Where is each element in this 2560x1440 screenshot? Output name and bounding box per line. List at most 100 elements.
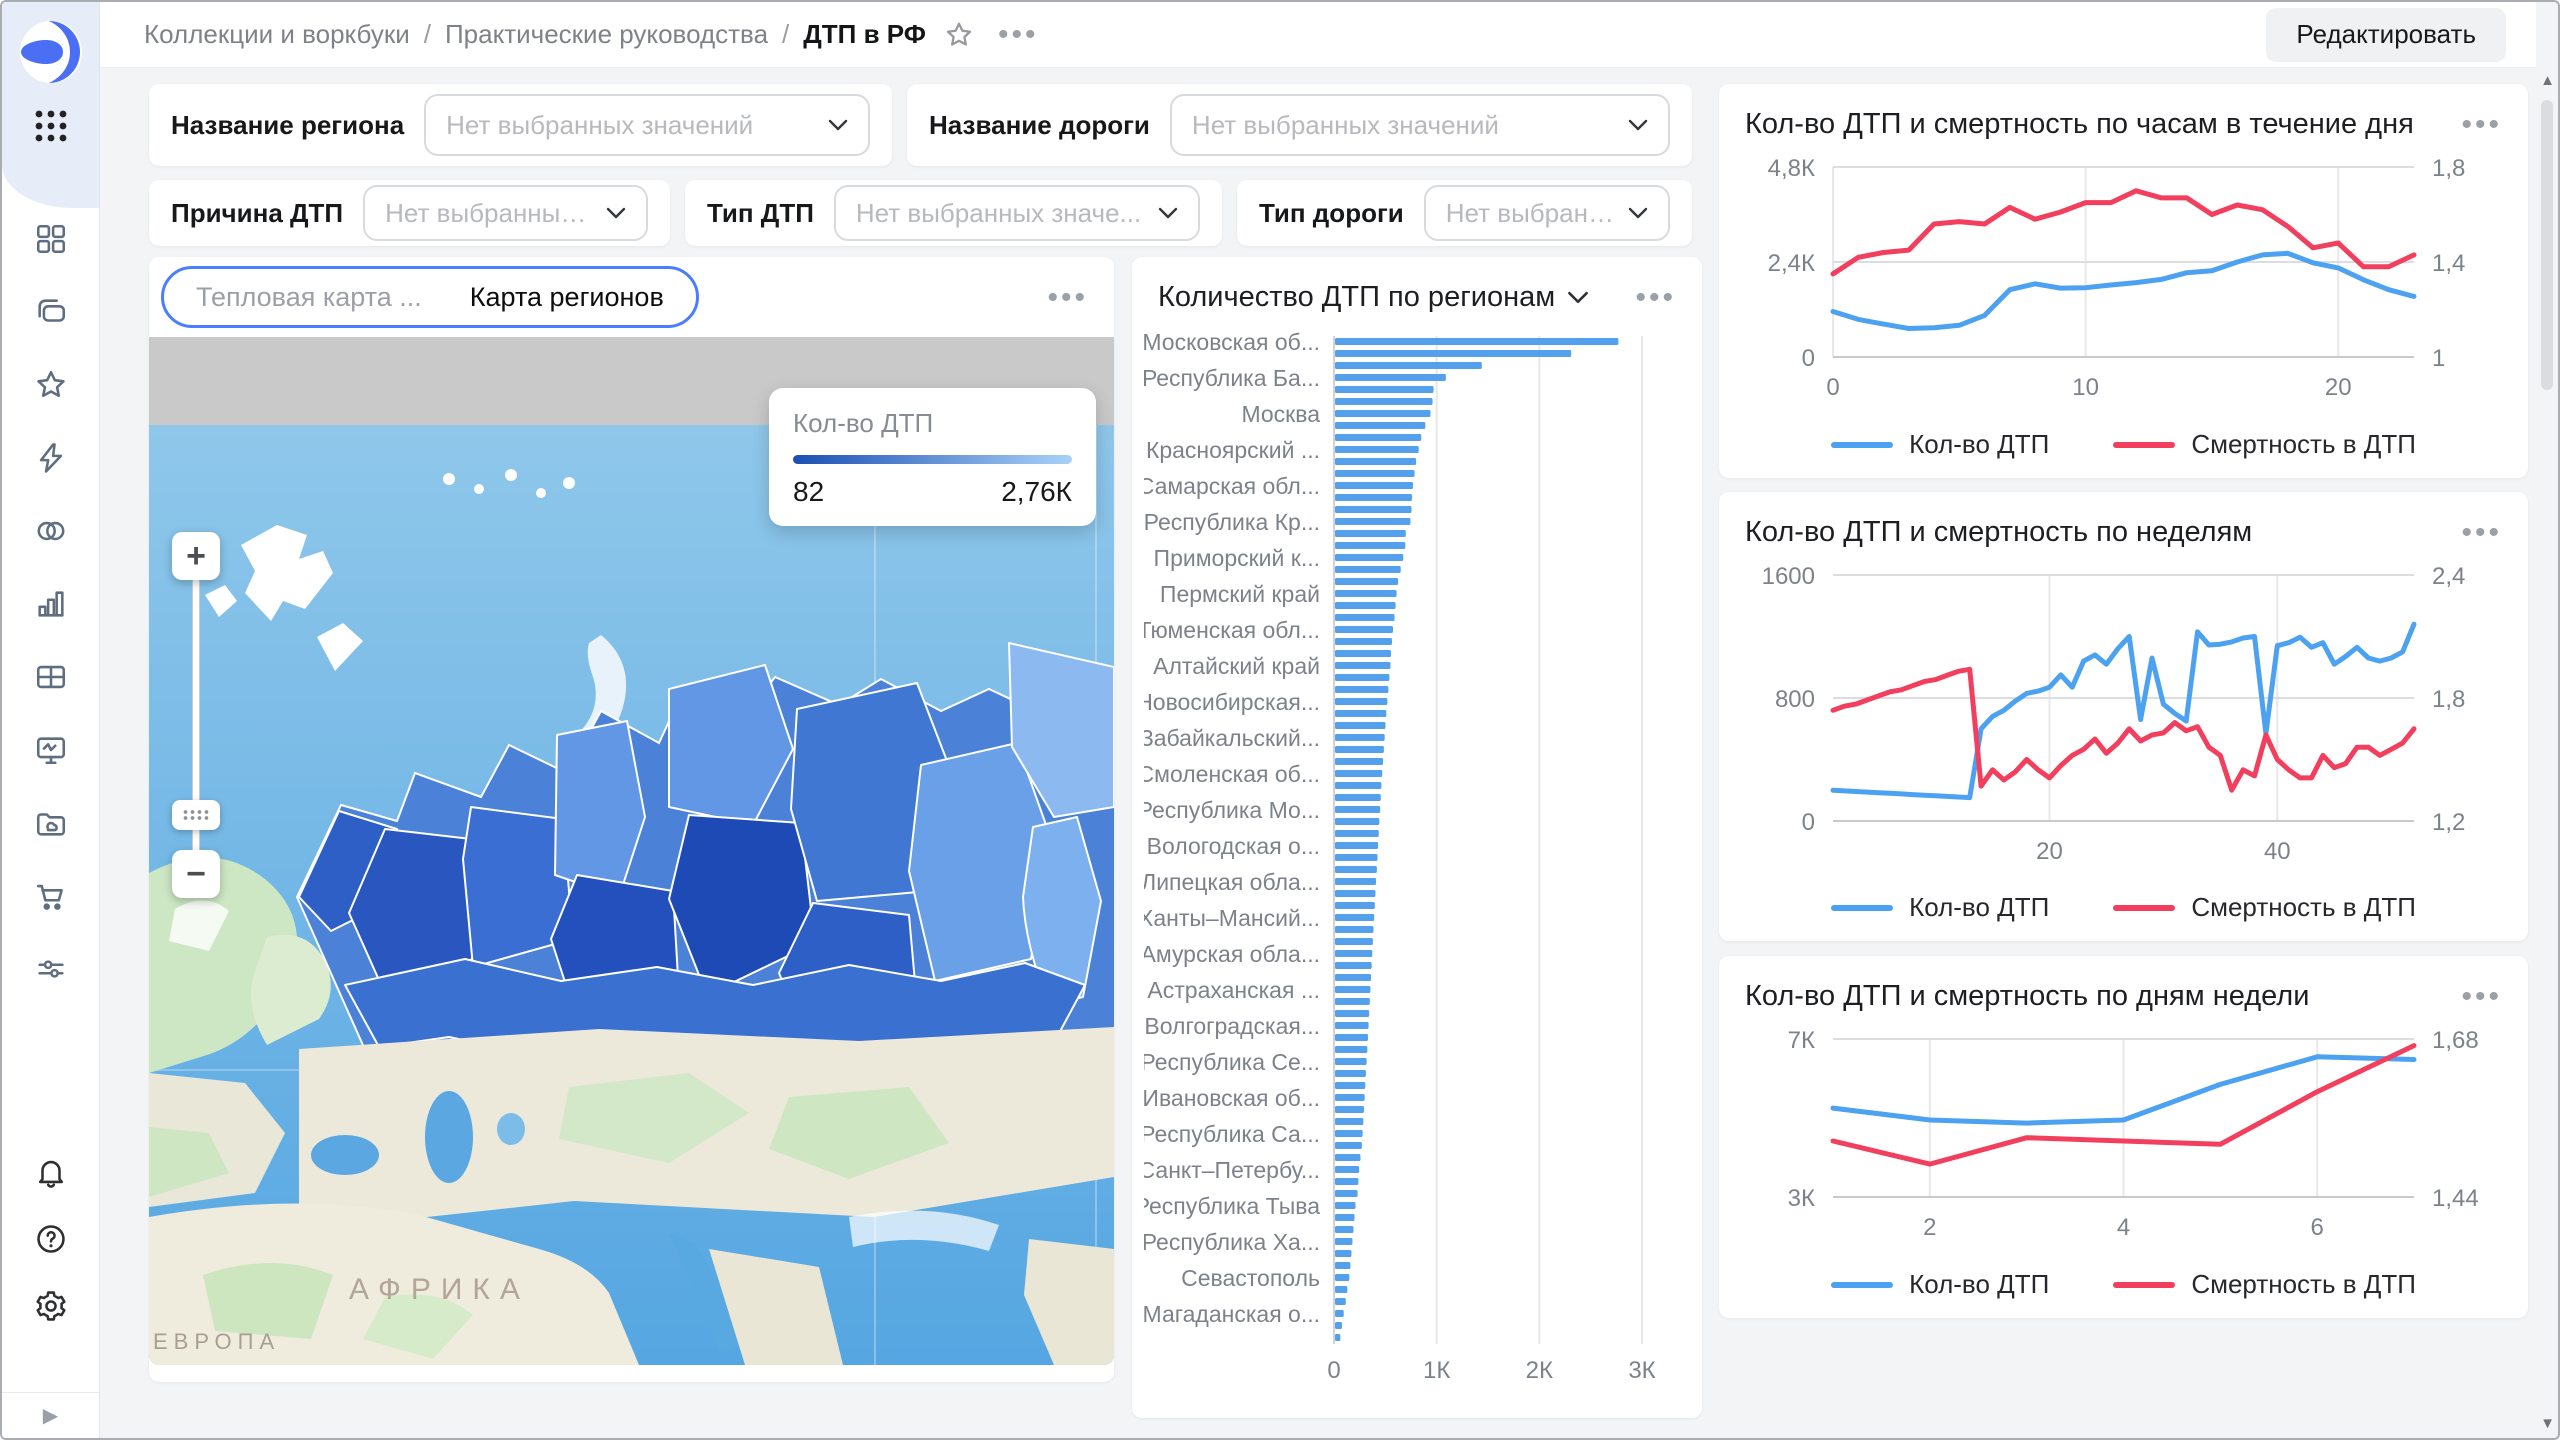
breadcrumb-guides[interactable]: Практические руководства — [445, 19, 768, 50]
bar-widget-menu-icon[interactable]: ••• — [1635, 283, 1676, 313]
filter-road-name-select[interactable]: Нет выбранных значений — [1170, 94, 1670, 156]
nav-services-sliders-icon[interactable] — [2, 932, 99, 1005]
apps-grid-icon[interactable] — [31, 106, 71, 146]
weeks-chart-title: Кол-во ДТП и смертность по неделям — [1745, 516, 2252, 549]
header-more-icon[interactable]: ••• — [998, 20, 1039, 50]
bar — [1335, 866, 1377, 873]
bar — [1335, 482, 1413, 489]
map-widget: Тепловая карта ... Карта регионов ••• — [149, 257, 1114, 1382]
notifications-bell-icon[interactable] — [34, 1155, 68, 1194]
filter-accident-type-select[interactable]: Нет выбранных значе... — [834, 185, 1200, 241]
bar — [1335, 794, 1381, 801]
y-left-tick-label: 4,8К — [1768, 155, 1815, 182]
bar — [1335, 506, 1411, 513]
legend-item[interactable]: Смертность в ДТП — [2113, 1269, 2416, 1300]
bar — [1335, 974, 1371, 981]
map-zoom-out-button[interactable]: − — [172, 850, 220, 898]
category-label: Самарская обл... — [1144, 473, 1320, 499]
favorite-star-icon[interactable] — [944, 20, 974, 50]
tab-region-map[interactable]: Карта регионов — [446, 282, 688, 313]
bar — [1335, 734, 1385, 741]
scrollbar-thumb[interactable] — [2541, 100, 2553, 390]
nav-quick-actions-icon[interactable] — [2, 421, 99, 494]
nav-storage-icon[interactable] — [2, 786, 99, 859]
nav-dashboards-icon[interactable] — [2, 713, 99, 786]
bar — [1335, 758, 1383, 765]
legend-item[interactable]: Кол-во ДТП — [1831, 892, 2049, 923]
bar — [1335, 962, 1372, 969]
datalens-logo-icon[interactable] — [19, 20, 83, 84]
widget-selector-chevron-icon[interactable] — [1567, 291, 1589, 305]
hours-chart-menu-icon[interactable]: ••• — [2461, 110, 2502, 140]
map-canvas[interactable]: АФРИКА ЕВРОПА Кол-во ДТП 82 2,76К + — [149, 337, 1114, 1365]
bar — [1335, 1262, 1350, 1269]
bar — [1335, 638, 1392, 645]
nav-tables-icon[interactable] — [2, 640, 99, 713]
filter-cause-select[interactable]: Нет выбранных з... — [363, 185, 648, 241]
nav-dashboard-grid-icon[interactable] — [2, 202, 99, 275]
map-widget-menu-icon[interactable]: ••• — [1047, 283, 1088, 313]
filter-road-type-select[interactable]: Нет выбранных зна... — [1424, 185, 1670, 241]
hours-chart-title: Кол-во ДТП и смертность по часам в течен… — [1745, 108, 2414, 141]
x-tick-label: 0 — [1327, 1357, 1340, 1384]
bar — [1335, 1286, 1347, 1293]
bar — [1335, 434, 1421, 441]
weeks-chart-menu-icon[interactable]: ••• — [2461, 518, 2502, 548]
nav-collections-icon[interactable] — [2, 275, 99, 348]
edit-button[interactable]: Редактировать — [2266, 8, 2506, 62]
bar — [1335, 1046, 1367, 1053]
sidebar-collapse-button[interactable]: ▶ — [2, 1392, 99, 1438]
nav-marketplace-icon[interactable] — [2, 859, 99, 932]
nav-datasets-icon[interactable] — [2, 494, 99, 567]
bar — [1335, 1082, 1365, 1089]
days-chart-widget: Кол-во ДТП и смертность по дням недели •… — [1719, 956, 2528, 1318]
bar — [1335, 590, 1397, 597]
dashboard-content: Название региона Нет выбранных значений … — [100, 68, 2536, 1438]
category-label: Приморский к... — [1154, 545, 1320, 571]
y-right-tick-label: 1,8 — [2432, 155, 2465, 182]
y-right-tick-label: 1,2 — [2432, 809, 2465, 836]
bar — [1335, 1202, 1356, 1209]
filter-region-select[interactable]: Нет выбранных значений — [424, 94, 870, 156]
bar — [1335, 1094, 1365, 1101]
legend-item[interactable]: Кол-во ДТП — [1831, 429, 2049, 460]
nav-favorites-icon[interactable] — [2, 348, 99, 421]
legend-label: Кол-во ДТП — [1909, 429, 2049, 460]
map-zoom-slider-handle[interactable] — [172, 800, 220, 830]
vertical-scrollbar[interactable]: ▲ ▼ — [2538, 72, 2557, 1432]
y-left-tick-label: 7К — [1788, 1027, 1815, 1054]
filter-cause-placeholder: Нет выбранных з... — [385, 198, 594, 229]
bar — [1335, 854, 1378, 861]
category-label: Липецкая обла... — [1144, 869, 1320, 895]
legend-item[interactable]: Кол-во ДТП — [1831, 1269, 2049, 1300]
tab-heatmap[interactable]: Тепловая карта ... — [172, 282, 446, 313]
help-icon[interactable] — [34, 1222, 68, 1261]
legend-swatch — [2113, 905, 2175, 911]
bar — [1335, 554, 1403, 561]
bar — [1335, 1226, 1353, 1233]
nav-charts-icon[interactable] — [2, 567, 99, 640]
legend-item[interactable]: Смертность в ДТП — [2113, 429, 2416, 460]
series-line — [1833, 253, 2414, 328]
y-left-tick-label: 0 — [1802, 809, 1815, 836]
bar — [1335, 578, 1398, 585]
category-label: Республика Мо... — [1144, 797, 1320, 823]
bar — [1335, 926, 1374, 933]
filter-road-name-label: Название дороги — [929, 110, 1150, 141]
breadcrumb-collections[interactable]: Коллекции и воркбуки — [144, 19, 410, 50]
bar — [1335, 1334, 1340, 1341]
days-chart-menu-icon[interactable]: ••• — [2461, 982, 2502, 1012]
y-right-tick-label: 1,68 — [2432, 1027, 2479, 1054]
settings-gear-icon[interactable] — [34, 1289, 68, 1328]
bar — [1335, 362, 1482, 369]
collapse-icon: ▶ — [43, 1403, 58, 1428]
category-label: Новосибирская... — [1144, 689, 1320, 715]
scroll-up-icon[interactable]: ▲ — [2538, 72, 2557, 89]
map-zoom-in-button[interactable]: + — [172, 532, 220, 580]
regions-bar-chart: 01К2К3КМосковская об...Республика Ба...М… — [1144, 324, 1688, 1388]
bar — [1335, 1070, 1366, 1077]
legend-item[interactable]: Смертность в ДТП — [2113, 892, 2416, 923]
category-label: Севастополь — [1181, 1265, 1320, 1291]
scroll-down-icon[interactable]: ▼ — [2538, 1415, 2557, 1432]
category-label: Республика Кр... — [1144, 509, 1320, 535]
